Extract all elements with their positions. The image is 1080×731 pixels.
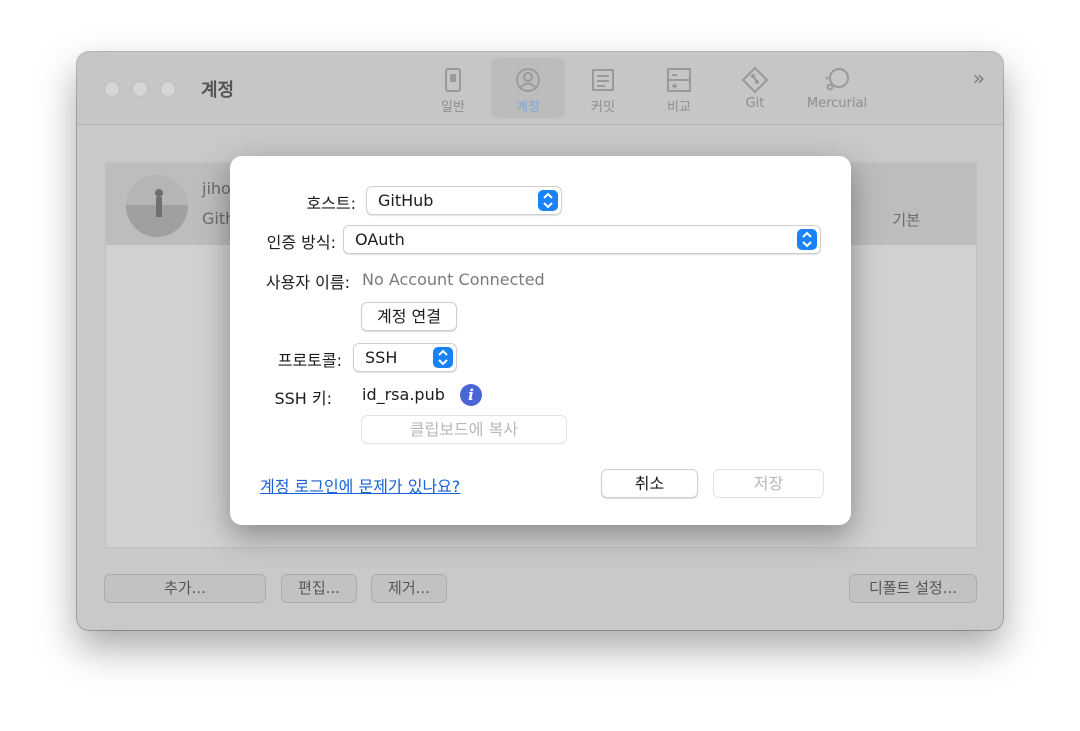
set-default-button[interactable]: 디폴트 설정... xyxy=(849,574,977,603)
tab-git[interactable]: Git xyxy=(727,58,783,118)
general-icon xyxy=(445,68,461,92)
protocol-label: 프로토콜: xyxy=(277,351,342,370)
copy-to-clipboard-button[interactable]: 클립보드에 복사 xyxy=(361,415,567,444)
username-label: 사용자 이름: xyxy=(265,273,350,292)
tab-git-label: Git xyxy=(745,96,765,111)
ssh-key-value: id_rsa.pub xyxy=(362,385,445,404)
git-icon xyxy=(741,66,769,94)
host-select-stepper-icon xyxy=(538,190,558,211)
connect-account-button[interactable]: 계정 연결 xyxy=(361,302,457,331)
titlebar: 계정 일반 계정 커밋 비교 Git Mercurial » xyxy=(77,52,1003,125)
edit-account-button[interactable]: 편집... xyxy=(281,574,357,603)
account-default-badge: 기본 xyxy=(892,211,920,229)
toolbar-overflow-chevron-icon[interactable]: » xyxy=(973,66,985,90)
tab-commit-label: 커밋 xyxy=(591,100,615,115)
login-help-link[interactable]: 계정 로그인에 문제가 있나요? xyxy=(260,473,460,497)
protocol-select[interactable]: SSH xyxy=(353,343,457,372)
add-account-button[interactable]: 추가... xyxy=(104,574,266,603)
tab-general-label: 일반 xyxy=(441,100,465,115)
tab-mercurial-label: Mercurial xyxy=(806,96,868,111)
mercurial-icon xyxy=(825,68,849,91)
info-icon[interactable]: i xyxy=(460,384,482,406)
auth-method-stepper-icon xyxy=(797,229,817,250)
account-sheet: 호스트: GitHub 인증 방식: OAuth 사용자 이름: No Acco… xyxy=(230,156,851,525)
window-title: 계정 xyxy=(201,80,235,101)
account-icon xyxy=(516,68,540,92)
tab-diff-label: 비교 xyxy=(667,100,691,115)
auth-method-value: OAuth xyxy=(355,230,405,249)
auth-method-label: 인증 방식: xyxy=(266,233,336,252)
remove-account-button[interactable]: 제거... xyxy=(371,574,447,603)
ssh-key-label: SSH 키: xyxy=(274,389,332,408)
host-label: 호스트: xyxy=(306,194,356,213)
tab-accounts-label: 계정 xyxy=(516,100,540,115)
diff-icon xyxy=(667,68,691,92)
host-select[interactable]: GitHub xyxy=(366,186,562,215)
auth-method-select[interactable]: OAuth xyxy=(343,225,821,254)
tab-general[interactable]: 일반 xyxy=(425,58,481,118)
minimize-window-button[interactable] xyxy=(132,81,148,97)
close-window-button[interactable] xyxy=(104,81,120,97)
tab-commit[interactable]: 커밋 xyxy=(575,58,631,118)
cancel-button[interactable]: 취소 xyxy=(601,469,698,498)
commit-icon xyxy=(592,69,614,91)
save-button[interactable]: 저장 xyxy=(713,469,824,498)
host-select-value: GitHub xyxy=(378,191,434,210)
account-name: jiho xyxy=(202,179,231,198)
tab-mercurial[interactable]: Mercurial xyxy=(795,58,879,118)
avatar xyxy=(126,175,188,237)
username-value: No Account Connected xyxy=(362,270,545,289)
zoom-window-button[interactable] xyxy=(160,81,176,97)
tab-accounts[interactable]: 계정 xyxy=(491,58,565,118)
protocol-stepper-icon xyxy=(433,347,453,368)
tab-diff[interactable]: 비교 xyxy=(651,58,707,118)
protocol-value: SSH xyxy=(365,348,398,367)
